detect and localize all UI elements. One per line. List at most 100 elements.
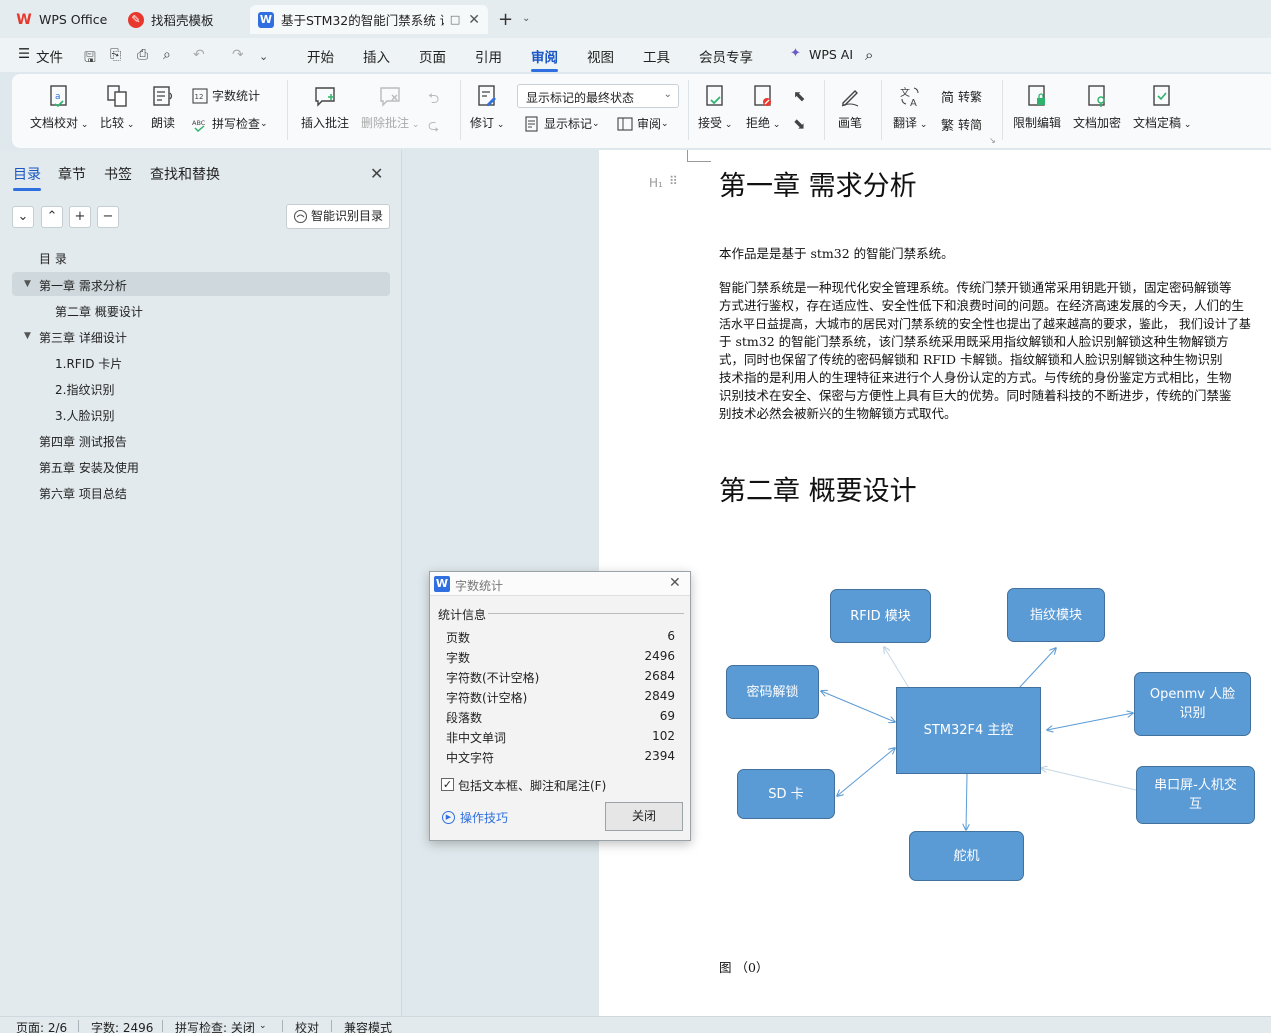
menu-view[interactable]: 视图 xyxy=(587,46,614,66)
group-expand-icon[interactable]: ↘ xyxy=(989,136,996,145)
show-markup-button[interactable]: 显示标记 ⌄ xyxy=(524,115,600,132)
toc-item[interactable]: 第二章 概要设计 xyxy=(55,303,143,320)
insert-comment-button[interactable]: 插入批注 xyxy=(301,84,349,131)
close-icon[interactable]: ✕ xyxy=(669,575,681,591)
play-icon: ▶ xyxy=(442,811,455,824)
diagram-node-fingerprint[interactable]: 指纹模块 xyxy=(1007,588,1105,642)
toc-item[interactable]: 目 录 xyxy=(39,250,67,267)
menu-wps-ai[interactable]: WPS AI xyxy=(809,47,853,62)
toc-item[interactable]: 3.人脸识别 xyxy=(55,407,114,424)
menu-reference[interactable]: 引用 xyxy=(475,46,502,66)
doc-encrypt-icon xyxy=(1088,85,1105,107)
expand-down-button[interactable]: ⌄ xyxy=(12,206,34,228)
read-aloud-button[interactable]: 朗读 xyxy=(151,84,175,131)
toc-item[interactable]: 第三章 详细设计 xyxy=(39,329,127,346)
diagram-node-screen[interactable]: 串口屏-人机交 互 xyxy=(1136,766,1255,824)
toc-item[interactable]: 第五章 安装及使用 xyxy=(39,459,139,476)
reject-icon xyxy=(754,85,772,106)
toc-item[interactable]: 第六章 项目总结 xyxy=(39,485,127,502)
print-icon[interactable]: ⎙ xyxy=(137,47,148,63)
menu-vip[interactable]: 会员专享 xyxy=(699,46,753,66)
spell-check-button[interactable]: ABC 拼写检查 ⌄ xyxy=(192,115,268,132)
diagram-node-servo[interactable]: 舵机 xyxy=(909,831,1024,881)
diagram-node-stm32[interactable]: STM32F4 主控 xyxy=(896,687,1041,774)
diagram-node-rfid[interactable]: RFID 模块 xyxy=(830,589,931,643)
chevron-down-icon[interactable]: ⌄ xyxy=(259,1021,267,1031)
share-icon[interactable]: ⎘ xyxy=(110,47,121,63)
reject-button[interactable]: 拒绝 ⌄ xyxy=(746,84,780,131)
markup-state-select[interactable]: 显示标记的最终状态 ⌄ xyxy=(517,84,679,108)
close-icon[interactable]: ✕ xyxy=(370,164,383,183)
doc-check-button[interactable]: a 文档校对 ⌄ xyxy=(30,84,88,131)
menu-page[interactable]: 页面 xyxy=(419,46,446,66)
delete-comment-button[interactable]: 删除批注 ⌄ xyxy=(361,84,419,131)
menu-tools[interactable]: 工具 xyxy=(643,46,670,66)
tab-wps-office[interactable]: W WPS Office xyxy=(8,5,116,34)
translate-button[interactable]: 文A 翻译 ⌄ xyxy=(893,84,927,131)
toc-item[interactable]: 第一章 需求分析 xyxy=(39,277,127,294)
to-simplified-button[interactable]: 繁 转简 xyxy=(941,115,982,134)
smart-toc-button[interactable]: 智能识别目录 xyxy=(286,204,390,229)
toc-item[interactable]: 2.指纹识别 xyxy=(55,381,114,398)
redo-icon[interactable]: ↷ xyxy=(232,47,244,63)
doc-encrypt-button[interactable]: 文档加密 xyxy=(1073,84,1121,131)
next-change-icon[interactable]: ⬊ xyxy=(793,115,806,133)
to-simplified-label: 转简 xyxy=(958,118,983,132)
menu-review[interactable]: 审阅 xyxy=(531,46,558,72)
search-icon[interactable]: ⌕ xyxy=(865,46,873,64)
status-proofread[interactable]: 校对 xyxy=(295,1019,319,1033)
collapse-triangle-icon[interactable]: ▼ xyxy=(24,331,31,341)
diagram-node-openmv[interactable]: Openmv 人脸 识别 xyxy=(1134,672,1251,736)
undo-icon[interactable]: ↶ xyxy=(193,47,205,63)
word-count-label: 字数统计 xyxy=(212,89,261,103)
close-icon[interactable]: ✕ xyxy=(468,12,480,28)
status-spell-check[interactable]: 拼写检查: 关闭 xyxy=(175,1019,255,1033)
chevron-down-icon[interactable]: ⌄ xyxy=(522,13,530,24)
next-comment-icon[interactable]: ⮎ xyxy=(428,115,439,139)
diagram-connectors xyxy=(599,150,1137,1016)
doc-finalize-button[interactable]: 文档定稿 ⌄ xyxy=(1133,84,1191,131)
remove-heading-button[interactable]: − xyxy=(97,206,119,228)
diagram-node-password[interactable]: 密码解锁 xyxy=(726,665,819,719)
new-tab-plus-icon[interactable]: + xyxy=(498,9,513,30)
document-page[interactable]: H₁ ⠿ 第一章 需求分析 本作品是是基于 stm32 的智能门禁系统。 智能门… xyxy=(599,150,1271,1016)
prev-comment-icon[interactable]: ⮌ xyxy=(428,88,439,112)
include-textbox-label[interactable]: 包括文本框、脚注和尾注(F) xyxy=(458,777,606,794)
accept-button[interactable]: 接受 ⌄ xyxy=(698,84,732,131)
restrict-edit-button[interactable]: 限制编辑 xyxy=(1013,84,1061,131)
nav-tab-find-replace[interactable]: 查找和替换 xyxy=(150,164,220,184)
word-count-button[interactable]: 12 字数统计 xyxy=(192,87,260,104)
collapse-up-button[interactable]: ⌃ xyxy=(41,206,63,228)
prev-change-icon[interactable]: ⬉ xyxy=(793,87,806,105)
print-preview-icon[interactable]: ⌕ xyxy=(163,47,171,63)
menu-insert[interactable]: 插入 xyxy=(363,46,390,66)
status-page[interactable]: 页面: 2/6 xyxy=(16,1019,67,1033)
menu-home[interactable]: 开始 xyxy=(307,46,334,66)
tips-link[interactable]: ▶ 操作技巧 xyxy=(442,809,508,826)
diagram-node-sd[interactable]: SD 卡 xyxy=(737,769,835,819)
save-icon[interactable]: 🖫 xyxy=(84,47,96,71)
toc-item[interactable]: 1.RFID 卡片 xyxy=(55,355,122,372)
tab-document[interactable]: W 基于STM32的智能门禁系统 课 □ ✕ xyxy=(250,5,488,34)
nav-tab-chapters[interactable]: 章节 xyxy=(58,164,86,184)
menu-hamburger-icon[interactable]: ☰ xyxy=(18,46,30,62)
chevron-down-icon[interactable]: ⌄ xyxy=(259,50,268,63)
nav-tab-bookmarks[interactable]: 书签 xyxy=(104,164,132,184)
pen-button[interactable]: 画笔 xyxy=(838,84,862,131)
revise-button[interactable]: 修订 ⌄ xyxy=(470,84,504,131)
toc-item[interactable]: 第四章 测试报告 xyxy=(39,433,127,450)
spell-check-icon: ABC xyxy=(192,119,206,132)
dialog-title-bar[interactable]: W 字数统计 ✕ xyxy=(430,572,690,596)
status-word-count[interactable]: 字数: 2496 xyxy=(91,1019,153,1033)
dialog-close-button[interactable]: 关闭 xyxy=(605,802,683,831)
menu-file[interactable]: 文件 xyxy=(36,46,63,66)
include-textbox-checkbox[interactable]: ✓ xyxy=(441,778,454,791)
review-pane-button[interactable]: 审阅 ⌄ xyxy=(617,115,669,132)
status-bar: 页面: 2/6 字数: 2496 拼写检查: 关闭 ⌄ 校对 兼容模式 xyxy=(0,1016,1271,1033)
tab-template[interactable]: ✎ 找稻壳模板 xyxy=(120,5,244,34)
collapse-triangle-icon[interactable]: ▼ xyxy=(24,279,31,289)
add-heading-button[interactable]: + xyxy=(69,206,91,228)
nav-tab-toc[interactable]: 目录 xyxy=(13,164,41,191)
compare-button[interactable]: 比较 ⌄ xyxy=(100,84,134,131)
to-traditional-button[interactable]: 简 转繁 xyxy=(941,87,982,106)
